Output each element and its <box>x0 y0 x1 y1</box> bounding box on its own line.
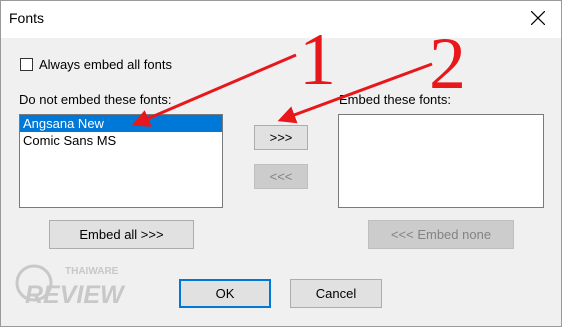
close-icon <box>531 11 545 25</box>
embed-fonts-label: Embed these fonts: <box>339 92 452 107</box>
thaiware-review-watermark: THAIWARE REVIEW <box>15 264 126 307</box>
watermark-line2: REVIEW <box>25 281 126 307</box>
always-embed-checkbox[interactable] <box>20 58 33 71</box>
title-bar: Fonts <box>1 1 561 38</box>
embed-fonts-listbox[interactable] <box>338 114 544 208</box>
cancel-button[interactable]: Cancel <box>290 279 382 308</box>
always-embed-option[interactable]: Always embed all fonts <box>20 57 172 72</box>
embed-none-button[interactable]: <<< Embed none <box>368 220 514 249</box>
always-embed-label: Always embed all fonts <box>39 57 172 72</box>
do-not-embed-label: Do not embed these fonts: <box>19 92 172 107</box>
window-title: Fonts <box>9 10 45 26</box>
close-button[interactable] <box>515 1 561 35</box>
list-item[interactable]: Angsana New <box>20 115 222 132</box>
list-item[interactable]: Comic Sans MS <box>20 132 222 149</box>
ok-button[interactable]: OK <box>179 279 271 308</box>
do-not-embed-listbox[interactable]: Angsana New Comic Sans MS <box>19 114 223 208</box>
embed-all-button[interactable]: Embed all >>> <box>49 220 194 249</box>
remove-font-button[interactable]: <<< <box>254 164 308 189</box>
add-font-button[interactable]: >>> <box>254 125 308 150</box>
watermark-line1: THAIWARE <box>65 266 119 277</box>
fonts-dialog: Fonts Always embed all fonts Do not embe… <box>0 0 562 327</box>
